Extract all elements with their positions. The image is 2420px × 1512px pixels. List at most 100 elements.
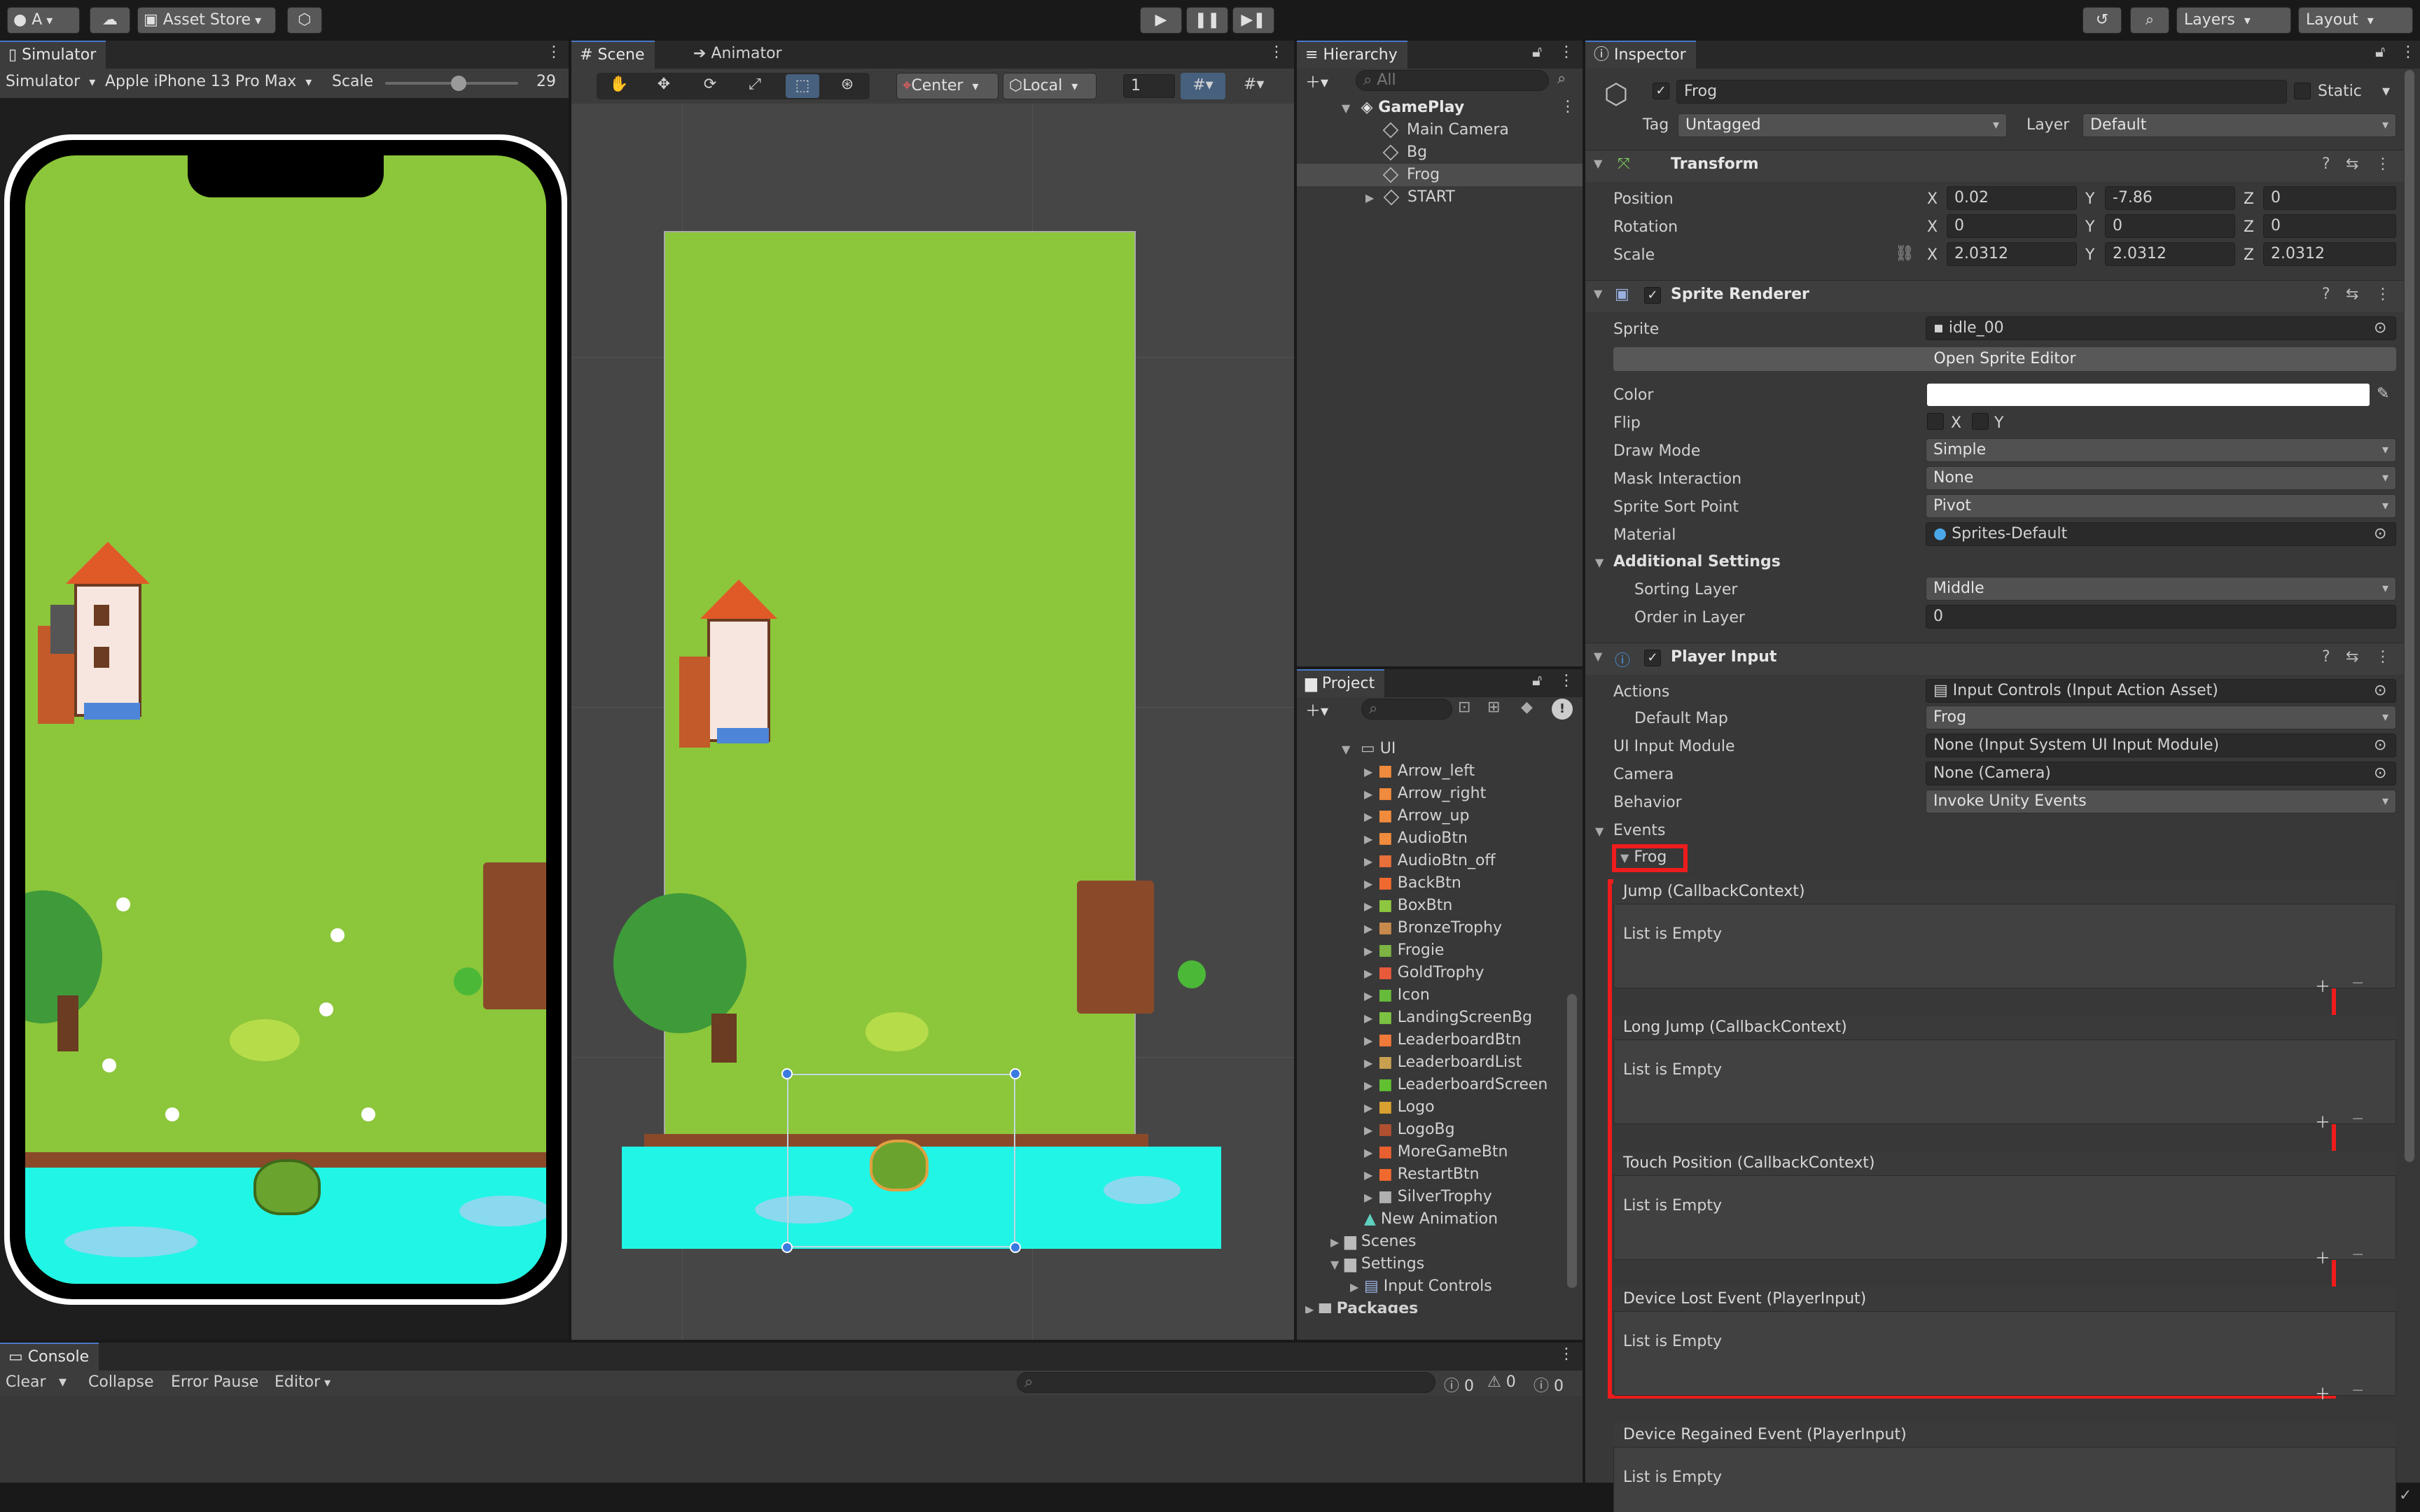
component-menu-icon[interactable]: ⋮ [2375,648,2391,666]
active-checkbox[interactable]: ✓ [1653,83,1669,99]
project-asset-item[interactable]: ▶ ■ SilverTrophy [1364,1186,1492,1208]
preset-icon[interactable]: ⇆ [2346,286,2358,303]
camera-field[interactable]: None (Camera) [1926,762,2396,785]
project-asset-item[interactable]: ▶ ■ BronzeTrophy [1364,917,1502,939]
tab-simulator[interactable]: ▯ Simulator [0,41,106,69]
eyedropper-icon[interactable]: ✎ [2377,385,2389,402]
player-input-enabled-checkbox[interactable]: ✓ [1644,650,1661,666]
project-asset-item[interactable]: ▶ ■ MoreGameBtn [1364,1141,1508,1163]
asset-store-button[interactable]: ▣ Asset Store [137,7,276,34]
scale-z-field[interactable]: 2.0312 [2263,242,2396,266]
warning-filter-toggle[interactable]: ⚠ 0 [1487,1373,1516,1391]
info-filter-toggle[interactable]: ⓘ 0 [1444,1373,1474,1396]
tab-inspector[interactable]: ⓘ Inspector [1585,41,1696,69]
layers-dropdown[interactable]: Layers [2176,7,2291,34]
help-icon[interactable]: ? [2322,155,2330,173]
actions-field[interactable]: ▤ Input Controls (Input Action Asset) [1926,679,2396,703]
lock-icon[interactable]: 🔓︎ [2375,43,2385,61]
grid-snap-button[interactable]: #▾ [1181,73,1225,99]
clear-button[interactable]: Clear [6,1373,46,1391]
add-listener-button[interactable]: ＋ [2315,1246,2330,1268]
add-listener-button[interactable]: ＋ [2315,974,2330,997]
project-asset-item[interactable]: ▶ ■ LeaderboardList [1364,1051,1522,1074]
mask-interaction-dropdown[interactable]: None [1926,466,2396,490]
project-asset-item[interactable]: ▶ ■ AudioBtn [1364,827,1468,850]
hidden-packages-badge[interactable]: ! [1552,699,1573,720]
status-ok-icon[interactable]: ✓ [2399,1487,2412,1504]
rect-handle[interactable] [1010,1068,1021,1079]
sprite-field[interactable]: ▪ idle_00 [1926,316,2396,340]
undo-history-button[interactable]: ↺ [2082,7,2122,34]
project-asset-item[interactable]: ▶ ■ RestartBtn [1364,1163,1480,1186]
additional-settings-label[interactable]: Additional Settings [1613,553,1781,570]
editor-dropdown[interactable]: Editor [274,1373,331,1391]
draw-mode-dropdown[interactable]: Simple [1926,438,2396,462]
hierarchy-root-gameplay[interactable]: ▼ ◈ GamePlay [1342,97,1583,119]
material-field[interactable]: ● Sprites-Default [1926,522,2396,546]
move-tool-icon[interactable]: ✥ [650,76,678,93]
create-button[interactable]: ＋▾ [1305,70,1328,92]
rect-handle[interactable] [781,1242,793,1253]
hand-tool-icon[interactable]: ✋ [605,76,633,93]
position-x-field[interactable]: 0.02 [1947,186,2077,210]
device-dropdown[interactable]: Apple iPhone 13 Pro Max [105,73,312,90]
rect-tool-icon[interactable]: ⬚ [786,74,819,98]
project-folder-ui[interactable]: ▼ ▭ UI [1342,738,1396,760]
account-button[interactable]: ● A [7,7,80,34]
pause-button[interactable]: ❚❚ [1186,7,1228,34]
tab-scene[interactable]: # Scene [571,41,655,69]
remove-listener-button[interactable]: − [2351,1246,2364,1264]
hierarchy-item-start[interactable]: ▶ START [1365,186,1583,209]
fold-arrow-icon[interactable]: ▼ [1594,650,1602,663]
project-asset-item[interactable]: ▶ ■ BoxBtn [1364,895,1452,917]
console-search-input[interactable]: ⌕ [1017,1372,1435,1393]
project-asset-item[interactable]: ▶ ■ Arrow_right [1364,783,1486,805]
project-asset-item[interactable]: ▶ ■ Logo [1364,1096,1435,1119]
layout-dropdown[interactable]: Layout [2298,7,2413,34]
cloud-button[interactable]: ☁ [90,7,130,34]
project-asset-item[interactable]: ▶ ■ LeaderboardBtn [1364,1029,1521,1051]
rotation-x-field[interactable]: 0 [1947,214,2077,238]
add-listener-button[interactable]: ＋ [2315,1110,2330,1133]
preset-icon[interactable]: ⇆ [2346,155,2358,173]
phone-screen[interactable] [25,155,546,1284]
object-picker-icon[interactable]: ⊙ [2374,764,2386,782]
project-folder-scenes[interactable]: ▶ ▆ Scenes [1330,1231,1416,1253]
static-dropdown-icon[interactable]: ▾ [2382,83,2390,100]
inspector-scrollbar[interactable] [2405,70,2414,1162]
hierarchy-item-bg[interactable]: Bg [1382,141,1583,164]
project-asset-item[interactable]: ▶ ■ GoldTrophy [1364,962,1484,984]
order-in-layer-field[interactable]: 0 [1926,605,2396,629]
position-y-field[interactable]: -7.86 [2105,186,2235,210]
tab-console[interactable]: ▭ Console [0,1343,99,1371]
help-icon[interactable]: ? [2322,286,2330,303]
object-picker-icon[interactable]: ⊙ [2374,682,2386,699]
project-asset-item[interactable]: ▶ ■ Icon [1364,984,1430,1007]
static-checkbox[interactable] [2294,83,2311,99]
component-menu-icon[interactable]: ⋮ [2375,286,2391,303]
scene-menu-icon[interactable]: ⋮ [1269,43,1284,61]
scale-tool-icon[interactable]: ⤢ [741,76,769,93]
lock-icon[interactable]: 🔓︎ [1532,672,1542,690]
flip-y-checkbox[interactable] [1972,413,1989,430]
preset-icon[interactable]: ⇆ [2346,648,2358,666]
step-button[interactable]: ▶❚ [1232,7,1274,34]
add-listener-button[interactable]: ＋ [2315,1382,2330,1404]
create-asset-button[interactable]: ＋▾ [1305,699,1328,721]
tag-dropdown[interactable]: Untagged [1678,113,2007,137]
behavior-dropdown[interactable]: Invoke Unity Events [1926,790,2396,813]
rotation-y-field[interactable]: 0 [2105,214,2235,238]
hierarchy-item-frog[interactable]: Frog [1382,164,1583,186]
search-by-type-icon[interactable]: ⊡ [1458,699,1470,716]
project-asset-item[interactable]: ▶ ■ Frogie [1364,939,1444,962]
remove-listener-button[interactable]: − [2351,974,2364,992]
object-name-field[interactable]: Frog [1676,80,2287,104]
scale-slider-thumb[interactable] [450,76,466,91]
inspector-menu-icon[interactable]: ⋮ [2400,43,2416,61]
hierarchy-search-input[interactable]: ⌕ All [1356,70,1549,91]
project-asset-item[interactable]: ▶ ■ AudioBtn_off [1364,850,1496,872]
open-sprite-editor-button[interactable]: Open Sprite Editor [1613,347,2396,371]
error-filter-toggle[interactable]: ⓘ 0 [1534,1373,1564,1396]
events-label[interactable]: Events [1613,822,1666,839]
rotate-tool-icon[interactable]: ⟳ [696,76,724,93]
